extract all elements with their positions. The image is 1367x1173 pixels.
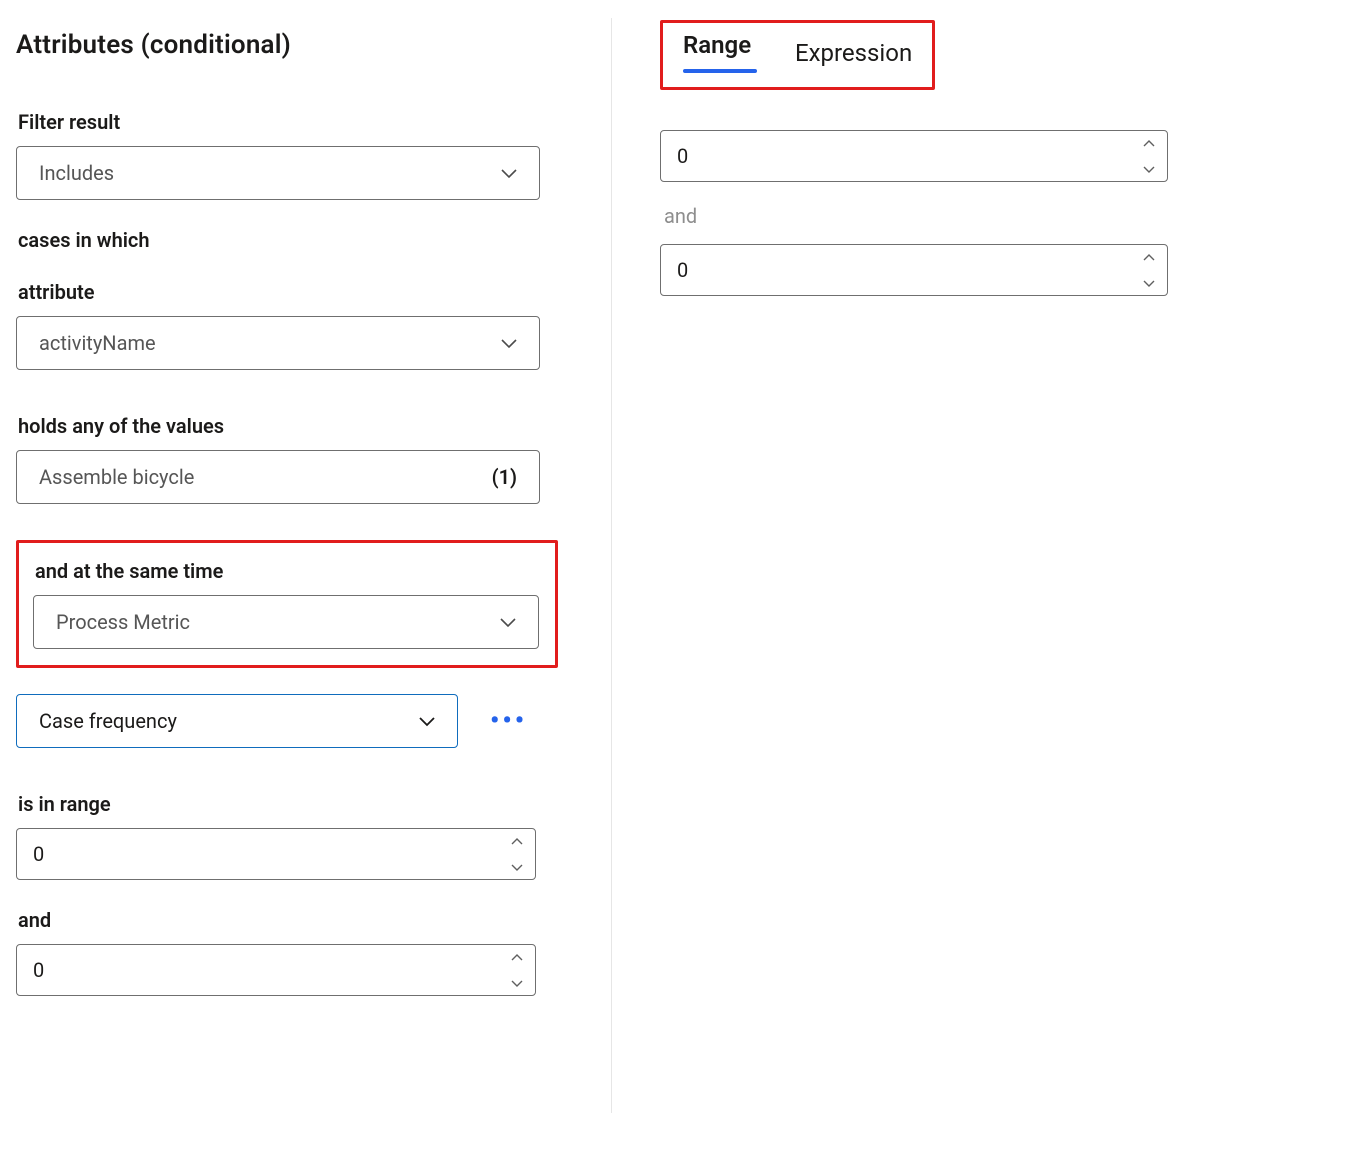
- range-from-input[interactable]: [17, 829, 499, 879]
- same-time-highlight: and at the same time Process Metric: [16, 540, 558, 668]
- attribute-label: attribute: [18, 280, 571, 304]
- spinner-down-icon[interactable]: [499, 854, 535, 879]
- filter-result-label: Filter result: [18, 110, 571, 134]
- same-time-select[interactable]: Process Metric: [33, 595, 539, 649]
- spinner-down-icon[interactable]: [1131, 156, 1167, 181]
- page-title: Attributes (conditional): [16, 30, 571, 60]
- range-from-spinner[interactable]: [16, 828, 536, 880]
- same-time-value: Process Metric: [56, 610, 190, 634]
- case-frequency-value: Case frequency: [39, 709, 177, 733]
- same-time-label: and at the same time: [35, 559, 539, 583]
- tab-underline: [683, 69, 757, 73]
- attribute-value: activityName: [39, 331, 156, 355]
- spinner-up-icon[interactable]: [499, 945, 535, 970]
- right-from-spinner[interactable]: [660, 130, 1168, 182]
- case-frequency-select[interactable]: Case frequency: [16, 694, 458, 748]
- spinner-up-icon[interactable]: [499, 829, 535, 854]
- range-to-input[interactable]: [17, 945, 499, 995]
- spinner-down-icon[interactable]: [499, 970, 535, 995]
- and-label: and: [18, 908, 571, 932]
- attribute-select[interactable]: activityName: [16, 316, 540, 370]
- filter-result-value: Includes: [39, 161, 114, 185]
- chevron-down-icon: [415, 709, 439, 733]
- chevron-down-icon: [496, 610, 520, 634]
- spinner-up-icon[interactable]: [1131, 245, 1167, 270]
- holds-values-select[interactable]: Assemble bicycle (1): [16, 450, 540, 504]
- more-options-icon[interactable]: •••: [490, 708, 527, 734]
- spinner-up-icon[interactable]: [1131, 131, 1167, 156]
- holds-values-count: (1): [492, 465, 517, 489]
- holds-values-text: Assemble bicycle: [39, 465, 194, 489]
- chevron-down-icon: [497, 331, 521, 355]
- right-to-spinner[interactable]: [660, 244, 1168, 296]
- filter-result-select[interactable]: Includes: [16, 146, 540, 200]
- right-and-label: and: [664, 204, 1353, 228]
- chevron-down-icon: [497, 161, 521, 185]
- right-panel: Range Expression and: [611, 18, 1357, 1113]
- cases-in-which-label: cases in which: [18, 228, 571, 252]
- range-to-spinner[interactable]: [16, 944, 536, 996]
- right-to-input[interactable]: [661, 245, 1131, 295]
- right-from-input[interactable]: [661, 131, 1131, 181]
- tabs: Range Expression: [683, 31, 912, 73]
- tab-expression[interactable]: Expression: [795, 39, 912, 73]
- tab-range[interactable]: Range: [683, 31, 757, 65]
- holds-values-label: holds any of the values: [18, 414, 571, 438]
- is-in-range-label: is in range: [18, 792, 571, 816]
- spinner-down-icon[interactable]: [1131, 270, 1167, 295]
- left-panel: Attributes (conditional) Filter result I…: [16, 18, 611, 1113]
- tabs-highlight: Range Expression: [660, 20, 935, 90]
